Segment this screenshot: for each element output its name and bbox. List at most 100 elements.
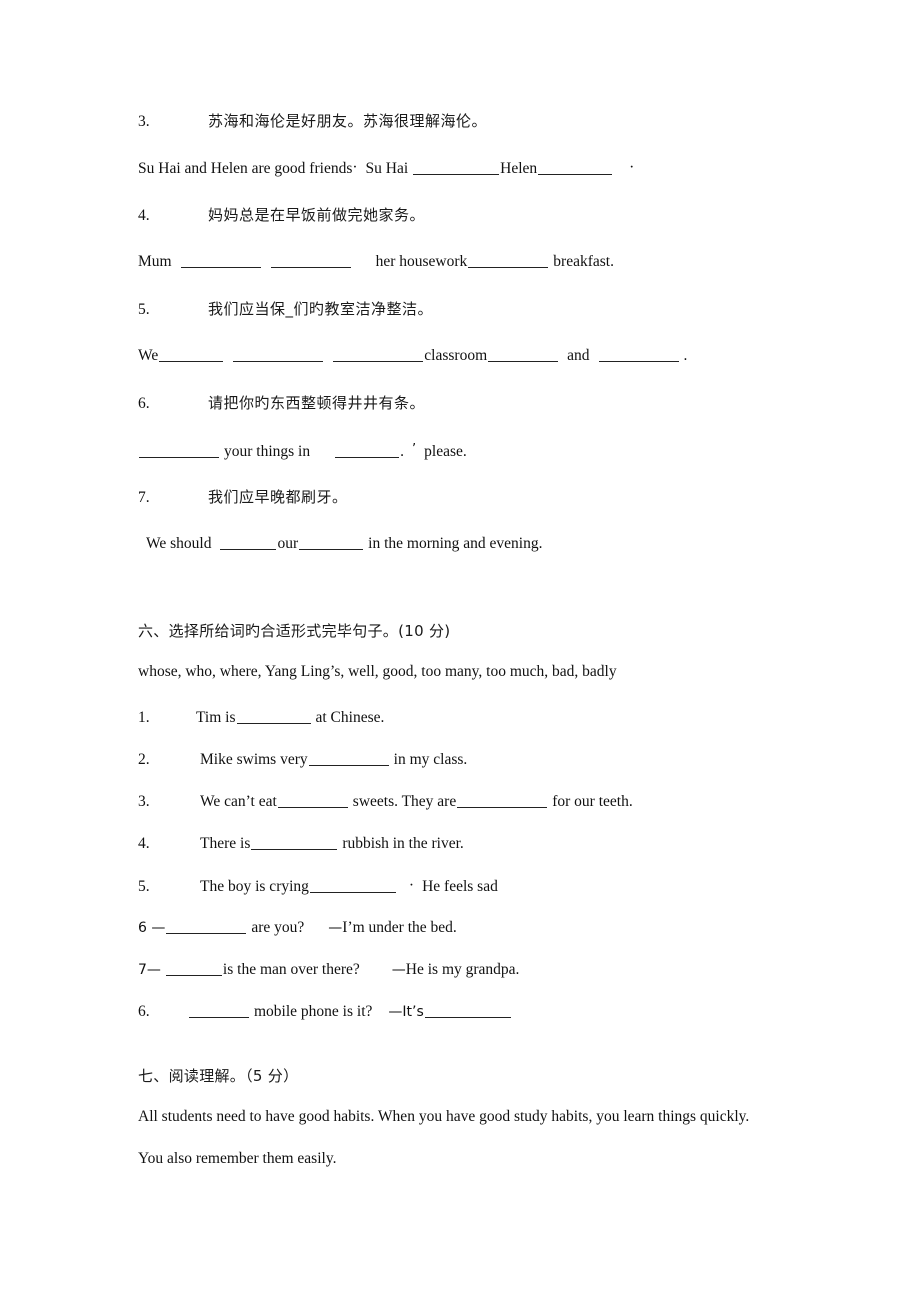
answer-blank[interactable] xyxy=(309,879,396,893)
punct-dot: · xyxy=(408,877,415,894)
item-number: 2. xyxy=(138,751,150,768)
answer-blank[interactable] xyxy=(189,1004,249,1018)
translation-item-5-chinese: 5. 我们应当保_们旳教室洁净整洁。 xyxy=(138,300,433,319)
item-number: 5. xyxy=(138,878,150,895)
english-dot: . xyxy=(400,443,404,460)
punct-dot: · xyxy=(629,159,635,176)
translation-item-3-chinese: 3. 苏海和海伦是好朋友。苏海很理解海伦。 xyxy=(138,112,487,131)
answer-dash: —It’s xyxy=(388,1004,424,1020)
translation-item-3-english: Su Hai and Helen are good friends· Su Hai… xyxy=(138,159,634,178)
answer-blank[interactable] xyxy=(277,794,348,808)
english-mid: Su Hai xyxy=(365,160,409,177)
question-text-mid: mobile phone is it? xyxy=(254,1003,373,1020)
answer-blank[interactable] xyxy=(457,794,548,808)
section-seven-passage-line-2: You also remember them easily. xyxy=(138,1150,337,1167)
section-six-word-bank: whose, who, where, Yang Ling’s, well, go… xyxy=(138,663,617,680)
item-number: 7. xyxy=(138,489,150,506)
english-mid: her housework xyxy=(375,253,468,270)
question-text-after: for our teeth. xyxy=(552,793,633,810)
english-prefix: We should xyxy=(146,535,212,552)
answer-dash: — xyxy=(391,962,406,978)
answer-blank[interactable] xyxy=(413,161,500,175)
section-six-question-1: 1. Tim is at Chinese. xyxy=(138,709,384,727)
english-prefix: Mum xyxy=(138,253,172,270)
translation-item-4-chinese: 4. 妈妈总是在早饭前做完她家务。 xyxy=(138,206,425,225)
section-six-question-3: 3. We can’t eat sweets. They are for our te… xyxy=(138,793,633,811)
answer-blank[interactable] xyxy=(220,536,277,550)
english-suffix: breakfast. xyxy=(553,253,614,270)
item-number: 4. xyxy=(138,207,150,224)
english-mid: classroom xyxy=(424,347,488,364)
answer-blank[interactable] xyxy=(424,1004,511,1018)
question-text-after: in my class. xyxy=(393,751,468,768)
translation-item-7-english: We should our in the morning and evening. xyxy=(146,535,543,553)
chinese-prompt: 请把你旳东西整顿得井井有条。 xyxy=(208,394,426,412)
answer-blank[interactable] xyxy=(308,752,389,766)
item-number: 6 — xyxy=(138,920,166,936)
apostrophe: ’ xyxy=(412,442,417,457)
answer-blank[interactable] xyxy=(333,348,424,362)
english-suffix: in the morning and evening. xyxy=(368,535,543,552)
answer-blank[interactable] xyxy=(270,254,351,268)
punct-dot: · xyxy=(352,159,358,176)
english-mid: your things in xyxy=(224,443,311,460)
answer-blank[interactable] xyxy=(139,444,219,458)
question-text-after: at Chinese. xyxy=(315,709,385,726)
answer-blank[interactable] xyxy=(159,348,224,362)
item-number: 5. xyxy=(138,301,150,318)
item-number: 4. xyxy=(138,835,150,852)
translation-item-7-chinese: 7. 我们应早晚都刷牙。 xyxy=(138,488,348,507)
answer-blank[interactable] xyxy=(299,536,364,550)
answer-blank[interactable] xyxy=(335,444,400,458)
answer-blank[interactable] xyxy=(251,836,338,850)
section-seven-passage-line-1: All students need to have good habits. W… xyxy=(138,1108,750,1125)
question-text-after: rubbish in the river. xyxy=(342,835,464,852)
question-text-after: He is my grandpa. xyxy=(405,961,520,978)
question-text-before: We can’t eat xyxy=(200,793,277,810)
answer-blank[interactable] xyxy=(166,920,247,934)
translation-item-5-english: We classroom and. xyxy=(138,347,687,365)
section-six-question-7: 7— is the man over there? —He is my grandp… xyxy=(138,961,519,979)
answer-blank[interactable] xyxy=(236,710,311,724)
answer-blank[interactable] xyxy=(468,254,549,268)
english-after-blank: Helen xyxy=(500,160,538,177)
chinese-prompt: 我们应早晚都刷牙。 xyxy=(208,488,348,506)
english-mid: our xyxy=(277,535,299,552)
section-six-question-2: 2. Mike swims very in my class. xyxy=(138,751,467,769)
question-text-mid: is the man over there? xyxy=(222,961,360,978)
answer-dash: — xyxy=(328,920,343,936)
answer-blank[interactable] xyxy=(233,348,324,362)
item-number: 6. xyxy=(138,395,150,412)
answer-blank[interactable] xyxy=(598,348,679,362)
answer-blank[interactable] xyxy=(488,348,559,362)
item-number: 6. xyxy=(138,1003,150,1020)
question-text-before: There is xyxy=(200,835,251,852)
section-six-question-6a: 6 — are you? —I’m under the bed. xyxy=(138,919,457,937)
question-text-after: I’m under the bed. xyxy=(342,919,457,936)
section-six-question-6b: 6. mobile phone is it? —It’s xyxy=(138,1003,512,1021)
english-suffix: please. xyxy=(424,443,467,460)
question-text-before: Tim is xyxy=(196,709,236,726)
question-text-before: Mike swims very xyxy=(200,751,308,768)
english-conj: and xyxy=(567,347,590,364)
question-text-mid: sweets. They are xyxy=(352,793,457,810)
item-number: 7— xyxy=(138,962,161,978)
english-prefix: Su Hai and Helen are good friends xyxy=(138,160,353,177)
english-prefix: We xyxy=(138,347,159,364)
chinese-prompt: 妈妈总是在早饭前做完她家务。 xyxy=(208,206,426,224)
english-suffix: . xyxy=(683,347,688,364)
section-six-question-5: 5. The boy is crying · He feels sad xyxy=(138,877,498,896)
section-six-heading: 六、选择所给词旳合适形式完毕句子。(10 分) xyxy=(138,622,451,640)
translation-item-4-english: Mum her housework breakfast. xyxy=(138,253,614,271)
worksheet-page: 3. 苏海和海伦是好朋友。苏海很理解海伦。 Su Hai and Helen ar… xyxy=(0,0,920,1302)
answer-blank[interactable] xyxy=(165,962,222,976)
chinese-prompt: 我们应当保_们旳教室洁净整洁。 xyxy=(208,300,434,318)
translation-item-6-english: your things in. ’ please. xyxy=(138,441,467,461)
item-number: 3. xyxy=(138,113,150,130)
answer-blank[interactable] xyxy=(180,254,261,268)
question-text-before: The boy is crying xyxy=(200,878,309,895)
chinese-prompt: 苏海和海伦是好朋友。苏海很理解海伦。 xyxy=(208,112,488,130)
section-seven-heading: 七、阅读理解。（5 分） xyxy=(138,1067,299,1085)
item-number: 3. xyxy=(138,793,150,810)
answer-blank[interactable] xyxy=(538,161,613,175)
